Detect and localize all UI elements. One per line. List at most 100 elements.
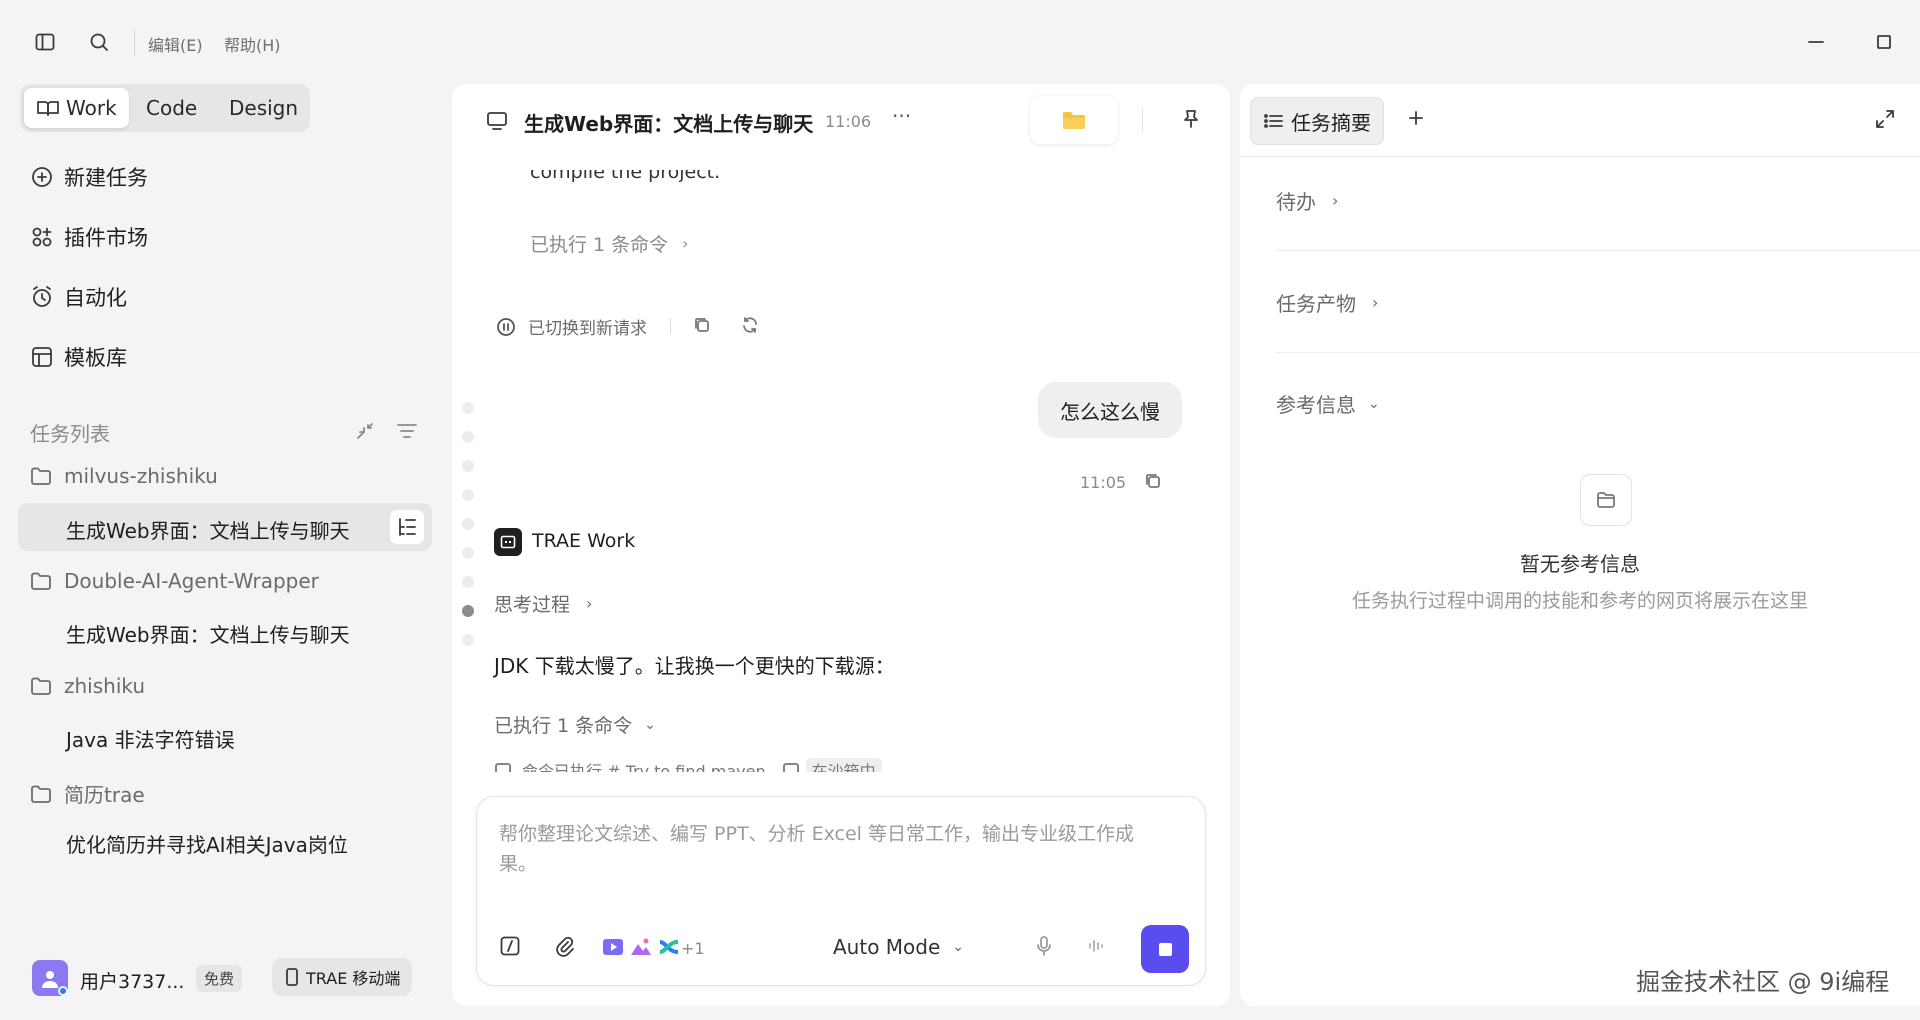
divider (670, 318, 671, 334)
maximize-icon[interactable] (1866, 24, 1902, 60)
partial-text: compile the project. (530, 170, 721, 183)
chevron-down-icon: ⌄ (644, 716, 656, 733)
list-tree-icon (399, 518, 416, 536)
empty-title: 暂无参考信息 (1520, 552, 1640, 576)
executed-label: 已执行 1 条命令 (494, 715, 633, 737)
pause-circle-icon (497, 317, 515, 336)
section-references-label: 参考信息 (1276, 393, 1356, 417)
divider (1276, 352, 1920, 353)
composer: 帮你整理论文综述、编写 PPT、分析 Excel 等日常工作，输出专业级工作成果… (476, 796, 1206, 986)
switched-label: 已切换到新请求 (528, 319, 647, 339)
section-references[interactable]: 参考信息 ⌄ (1276, 389, 1380, 418)
sandbox-chip: 在沙箱中 (805, 758, 882, 772)
nav-automation[interactable]: 自动化 (28, 277, 127, 317)
mode-select-label: Auto Mode (833, 935, 941, 959)
more-button[interactable]: ··· (892, 104, 911, 128)
online-dot (58, 986, 68, 996)
refresh-icon[interactable] (741, 316, 759, 334)
project-name: milvus-zhishiku (64, 464, 218, 488)
agent-logo-icon (494, 528, 522, 556)
timeline-dot[interactable] (462, 547, 474, 559)
thinking-toggle[interactable]: 思考过程 › (494, 590, 592, 617)
timeline-dot[interactable] (462, 489, 474, 501)
summary-panel: 任务摘要 待办 › 任务产物 › 参考信息 ⌄ 暂无参考信息 任务执行过程中调用… (1240, 84, 1920, 1006)
minimize-icon[interactable] (1798, 24, 1834, 60)
copy-icon[interactable] (1144, 472, 1162, 490)
divider (1142, 108, 1143, 132)
user-name[interactable]: 用户3737... (80, 967, 184, 994)
nav-plugins[interactable]: 插件市场 (28, 217, 148, 257)
task-list-title: 任务列表 (30, 422, 110, 446)
timeline-dot[interactable] (462, 460, 474, 472)
task-item[interactable]: 生成Web界面：文档上传与聊天 (66, 515, 350, 544)
task-item[interactable]: 优化简历并寻找AI相关Java岗位 (66, 829, 348, 858)
composer-input[interactable]: 帮你整理论文综述、编写 PPT、分析 Excel 等日常工作，输出专业级工作成果… (499, 819, 1159, 879)
add-tab-icon[interactable] (1406, 108, 1426, 128)
menu-help[interactable]: 帮助(H) (224, 32, 281, 56)
skills-group[interactable] (601, 931, 681, 963)
mode-work-label: Work (66, 96, 117, 120)
tab-task-summary-label: 任务摘要 (1291, 110, 1371, 135)
chat-panel: 生成Web界面：文档上传与聊天 11:06 ··· compile the pr… (452, 84, 1230, 1006)
timeline-dot[interactable] (462, 402, 474, 414)
task-item[interactable]: 生成Web界面：文档上传与聊天 (66, 619, 350, 648)
project-name: Double-AI-Agent-Wrapper (64, 569, 319, 593)
mode-code-tab[interactable]: Code (146, 88, 197, 128)
divider (134, 30, 135, 56)
folder-icon (31, 677, 51, 695)
pin-icon[interactable] (1180, 108, 1202, 130)
folder-button[interactable] (1030, 96, 1118, 144)
project-folder[interactable]: zhishiku (30, 674, 145, 698)
slash-command-icon[interactable] (499, 935, 521, 957)
search-icon[interactable] (81, 24, 117, 60)
attach-icon[interactable] (553, 935, 575, 957)
microphone-icon[interactable] (1033, 935, 1055, 957)
nav-new-task-label: 新建任务 (64, 166, 148, 190)
executed-commands-toggle[interactable]: 已执行 1 条命令 › (530, 230, 689, 257)
sandbox-icon (782, 763, 799, 772)
mode-design-tab[interactable]: Design (229, 88, 298, 128)
project-folder[interactable]: 简历trae (30, 779, 145, 808)
terminal-icon (495, 763, 511, 772)
filter-icon[interactable] (396, 420, 418, 442)
project-folder[interactable]: Double-AI-Agent-Wrapper (30, 569, 319, 593)
timeline-dot[interactable] (462, 634, 474, 646)
partial-command-row: 命令已执行 # Try to find maven 在沙箱中 (494, 758, 1134, 772)
collapse-icon[interactable] (354, 420, 376, 442)
stop-button[interactable] (1141, 925, 1189, 973)
flow-skill-icon (659, 940, 679, 954)
stop-icon (1158, 942, 1172, 956)
project-folder[interactable]: milvus-zhishiku (30, 464, 218, 488)
tab-task-summary[interactable]: 任务摘要 (1250, 97, 1384, 145)
menu-edit[interactable]: 编辑(E) (148, 32, 203, 56)
voice-wave-icon[interactable] (1085, 935, 1107, 957)
section-artifacts[interactable]: 任务产物 › (1276, 288, 1378, 317)
timeline-dot[interactable] (462, 576, 474, 588)
chevron-right-icon: › (1372, 293, 1379, 312)
section-todo[interactable]: 待办 › (1276, 186, 1338, 215)
avatar[interactable] (32, 960, 68, 996)
nav-new-task[interactable]: 新建任务 (28, 157, 148, 197)
mode-select[interactable]: Auto Mode ⌄ (833, 935, 964, 959)
copy-icon[interactable] (693, 316, 711, 334)
message-clip: compile the project. (530, 170, 1170, 194)
chevron-right-icon: › (1332, 191, 1339, 210)
task-item[interactable]: Java 非法字符错误 (66, 724, 235, 753)
task-outline-button[interactable] (390, 510, 424, 544)
timeline-dot[interactable] (462, 431, 474, 443)
timeline-dot-active[interactable] (462, 605, 474, 617)
sidebar-toggle-icon[interactable] (27, 24, 63, 60)
executed-commands-toggle[interactable]: 已执行 1 条命令 ⌄ (494, 711, 656, 738)
empty-description: 任务执行过程中调用的技能和参考的网页将展示在这里 (1351, 590, 1808, 612)
nav-templates[interactable]: 模板库 (28, 337, 127, 377)
plugins-icon (28, 223, 56, 251)
mobile-app-button[interactable]: TRAE 移动端 (272, 958, 413, 996)
thinking-label: 思考过程 (494, 594, 571, 616)
title-bar: 编辑(E) 帮助(H) (0, 0, 1920, 84)
user-message-time: 11:05 (1080, 473, 1127, 492)
expand-icon[interactable] (1874, 108, 1896, 130)
skills-more-count[interactable]: +1 (681, 939, 705, 958)
template-icon (28, 343, 56, 371)
timeline-dot[interactable] (462, 518, 474, 530)
mode-work-tab[interactable]: Work (24, 88, 129, 128)
